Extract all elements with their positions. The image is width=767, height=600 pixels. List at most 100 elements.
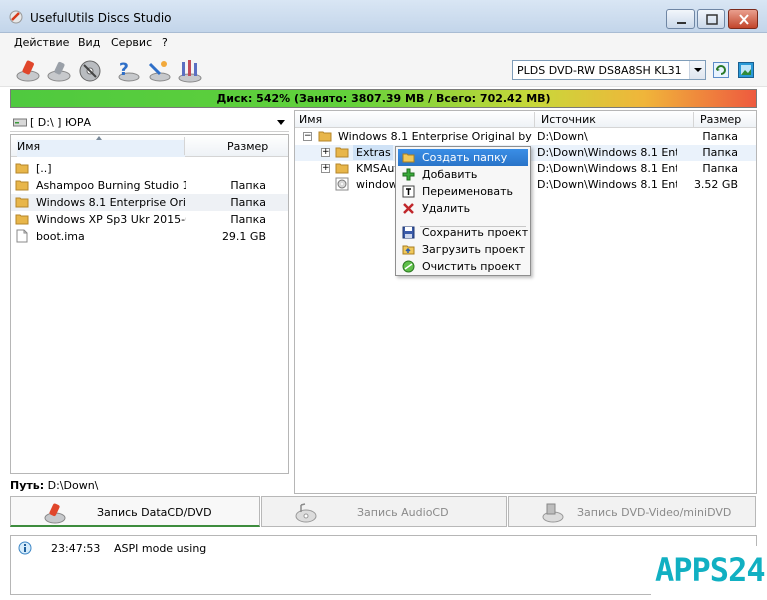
- burn-disc-icon[interactable]: [15, 58, 41, 84]
- file-icon: [16, 229, 28, 243]
- list-item-name: [..]: [36, 162, 52, 175]
- tree-row-name: Windows 8.1 Enterprise Original by D!a..…: [338, 130, 532, 143]
- menu-item-create-folder[interactable]: Создать папку: [398, 149, 528, 166]
- close-button[interactable]: [728, 9, 758, 29]
- menu-item-load-project[interactable]: Загрузить проект: [398, 241, 528, 258]
- menu-help[interactable]: ?: [162, 36, 168, 49]
- menu-item-label: Сохранить проект: [422, 226, 529, 239]
- list-item-name: Windows 8.1 Enterprise Original: [36, 196, 186, 209]
- info-icon: [18, 541, 32, 555]
- app-window: UsefulUtils Discs Studio Действие Вид Се…: [0, 0, 767, 600]
- folder-icon: [15, 214, 29, 225]
- path-label: Путь:: [10, 479, 45, 492]
- menu-item-label: Удалить: [422, 202, 471, 215]
- load-icon: [402, 245, 415, 255]
- expand-icon[interactable]: +: [321, 148, 330, 157]
- list-item[interactable]: Ashampoo Burning Studio 18.0.0 Папка: [11, 177, 288, 194]
- folder-icon: [318, 131, 332, 142]
- tab-dvd-video[interactable]: Запись DVD-Video/miniDVD: [508, 496, 756, 527]
- left-col-size[interactable]: Размер: [227, 140, 268, 153]
- tab-audio-cd[interactable]: Запись AudioCD: [261, 496, 507, 527]
- tree-row-source: D:\Down\Windows 8.1 Ent...: [537, 162, 677, 175]
- tab-data-cd-dvd[interactable]: Запись DataCD/DVD: [10, 496, 260, 527]
- watermark-text: APPS24: [655, 551, 766, 589]
- mode-tabs: Запись DataCD/DVD Запись AudioCD Запись …: [10, 496, 757, 529]
- column-separator: [693, 112, 694, 127]
- list-item-name: boot.ima: [36, 230, 85, 243]
- list-item[interactable]: [..]: [11, 160, 288, 177]
- maximize-icon: [706, 14, 718, 25]
- list-item-size: Папка: [230, 196, 266, 209]
- column-separator: [534, 112, 535, 127]
- erase-disc-icon[interactable]: [77, 58, 103, 84]
- tree-row-source: D:\Down\Windows 8.1 Ent...: [537, 146, 677, 159]
- tree-row-size: Папка: [702, 146, 738, 159]
- close-icon: [739, 14, 749, 25]
- left-col-name[interactable]: Имя: [17, 140, 40, 153]
- menu-view[interactable]: Вид: [78, 36, 100, 49]
- menu-item-clear-project[interactable]: Очистить проект: [398, 258, 528, 275]
- left-drive-select[interactable]: [ D:\ ] ЮРА: [10, 113, 289, 132]
- delete-icon: [403, 203, 414, 214]
- log-time: 23:47:53: [51, 542, 101, 555]
- right-col-size[interactable]: Размер: [700, 113, 741, 126]
- tree-row-size: Папка: [702, 162, 738, 175]
- left-drive-label: [ D:\ ] ЮРА: [30, 116, 91, 129]
- folder-icon: [335, 163, 349, 174]
- rename-icon: [402, 185, 415, 198]
- sort-ascending-icon: [96, 136, 102, 140]
- svg-text:?: ?: [119, 60, 129, 80]
- video-disc-icon: [542, 503, 564, 523]
- menu-bar: Действие Вид Сервис ?: [0, 33, 767, 53]
- menu-item-label: Добавить: [422, 168, 478, 181]
- tab-label: Запись AudioCD: [357, 506, 449, 519]
- disk-usage-bar: Диск: 542% (Занято: 3807.39 MB / Всего: …: [10, 89, 757, 108]
- log-message: ASPI mode using: [114, 542, 207, 555]
- burn-disc-icon: [44, 503, 66, 524]
- disc-image-icon: [335, 177, 349, 191]
- log-panel: 23:47:53 ASPI mode using: [10, 535, 757, 595]
- list-item-size: 29.1 GB: [221, 230, 266, 243]
- menu-item-add[interactable]: Добавить: [398, 166, 528, 183]
- drive-icon: [13, 118, 27, 127]
- wizard-icon[interactable]: [146, 58, 172, 84]
- menu-item-rename[interactable]: Переименовать: [398, 183, 528, 200]
- tab-label: Запись DataCD/DVD: [97, 506, 212, 519]
- minimize-icon: [677, 22, 686, 24]
- minimize-button[interactable]: [666, 9, 695, 29]
- copy-disc-icon[interactable]: [46, 58, 72, 84]
- add-icon: [402, 168, 415, 181]
- menu-service[interactable]: Сервис: [111, 36, 152, 49]
- folder-icon: [15, 197, 29, 208]
- list-item-name: Windows XP Sp3 Ukr 2015-09: [36, 213, 186, 226]
- list-item-size: Папка: [230, 179, 266, 192]
- tree-row-size: 3.52 GB: [693, 178, 738, 191]
- watermark: APPS24: [651, 546, 767, 598]
- expand-icon[interactable]: +: [321, 164, 330, 173]
- list-item[interactable]: Windows XP Sp3 Ukr 2015-09 Папка: [11, 211, 288, 228]
- window-title: UsefulUtils Discs Studio: [30, 11, 172, 25]
- collapse-icon[interactable]: −: [303, 132, 312, 141]
- right-col-source[interactable]: Источник: [541, 113, 596, 126]
- image-icon[interactable]: [738, 62, 754, 78]
- menu-item-save-project[interactable]: Сохранить проект: [398, 224, 528, 241]
- app-logo-icon: [9, 10, 23, 24]
- settings-icon[interactable]: [177, 58, 203, 84]
- chevron-down-icon[interactable]: [689, 61, 705, 79]
- menu-item-label: Создать папку: [422, 151, 508, 164]
- help-icon[interactable]: ?: [115, 58, 141, 84]
- toolbar: ? PLDS DVD-RW DS8A8SH KL31: [0, 53, 767, 87]
- drive-select[interactable]: PLDS DVD-RW DS8A8SH KL31: [512, 60, 706, 80]
- audio-disc-icon: [295, 503, 317, 523]
- list-item[interactable]: boot.ima 29.1 GB: [11, 228, 288, 245]
- refresh-icon[interactable]: [713, 62, 729, 78]
- left-file-list[interactable]: Имя Размер [..] Ashampoo Burning Studio …: [10, 134, 289, 474]
- menu-action[interactable]: Действие: [14, 36, 69, 49]
- list-item[interactable]: Windows 8.1 Enterprise Original Папка: [11, 194, 288, 211]
- left-col-name-bg[interactable]: [17, 140, 185, 157]
- tree-row[interactable]: − Windows 8.1 Enterprise Original by D!a…: [295, 129, 756, 145]
- save-icon: [402, 226, 415, 239]
- menu-item-delete[interactable]: Удалить: [398, 200, 528, 217]
- maximize-button[interactable]: [697, 9, 725, 29]
- right-col-name[interactable]: Имя: [299, 113, 322, 126]
